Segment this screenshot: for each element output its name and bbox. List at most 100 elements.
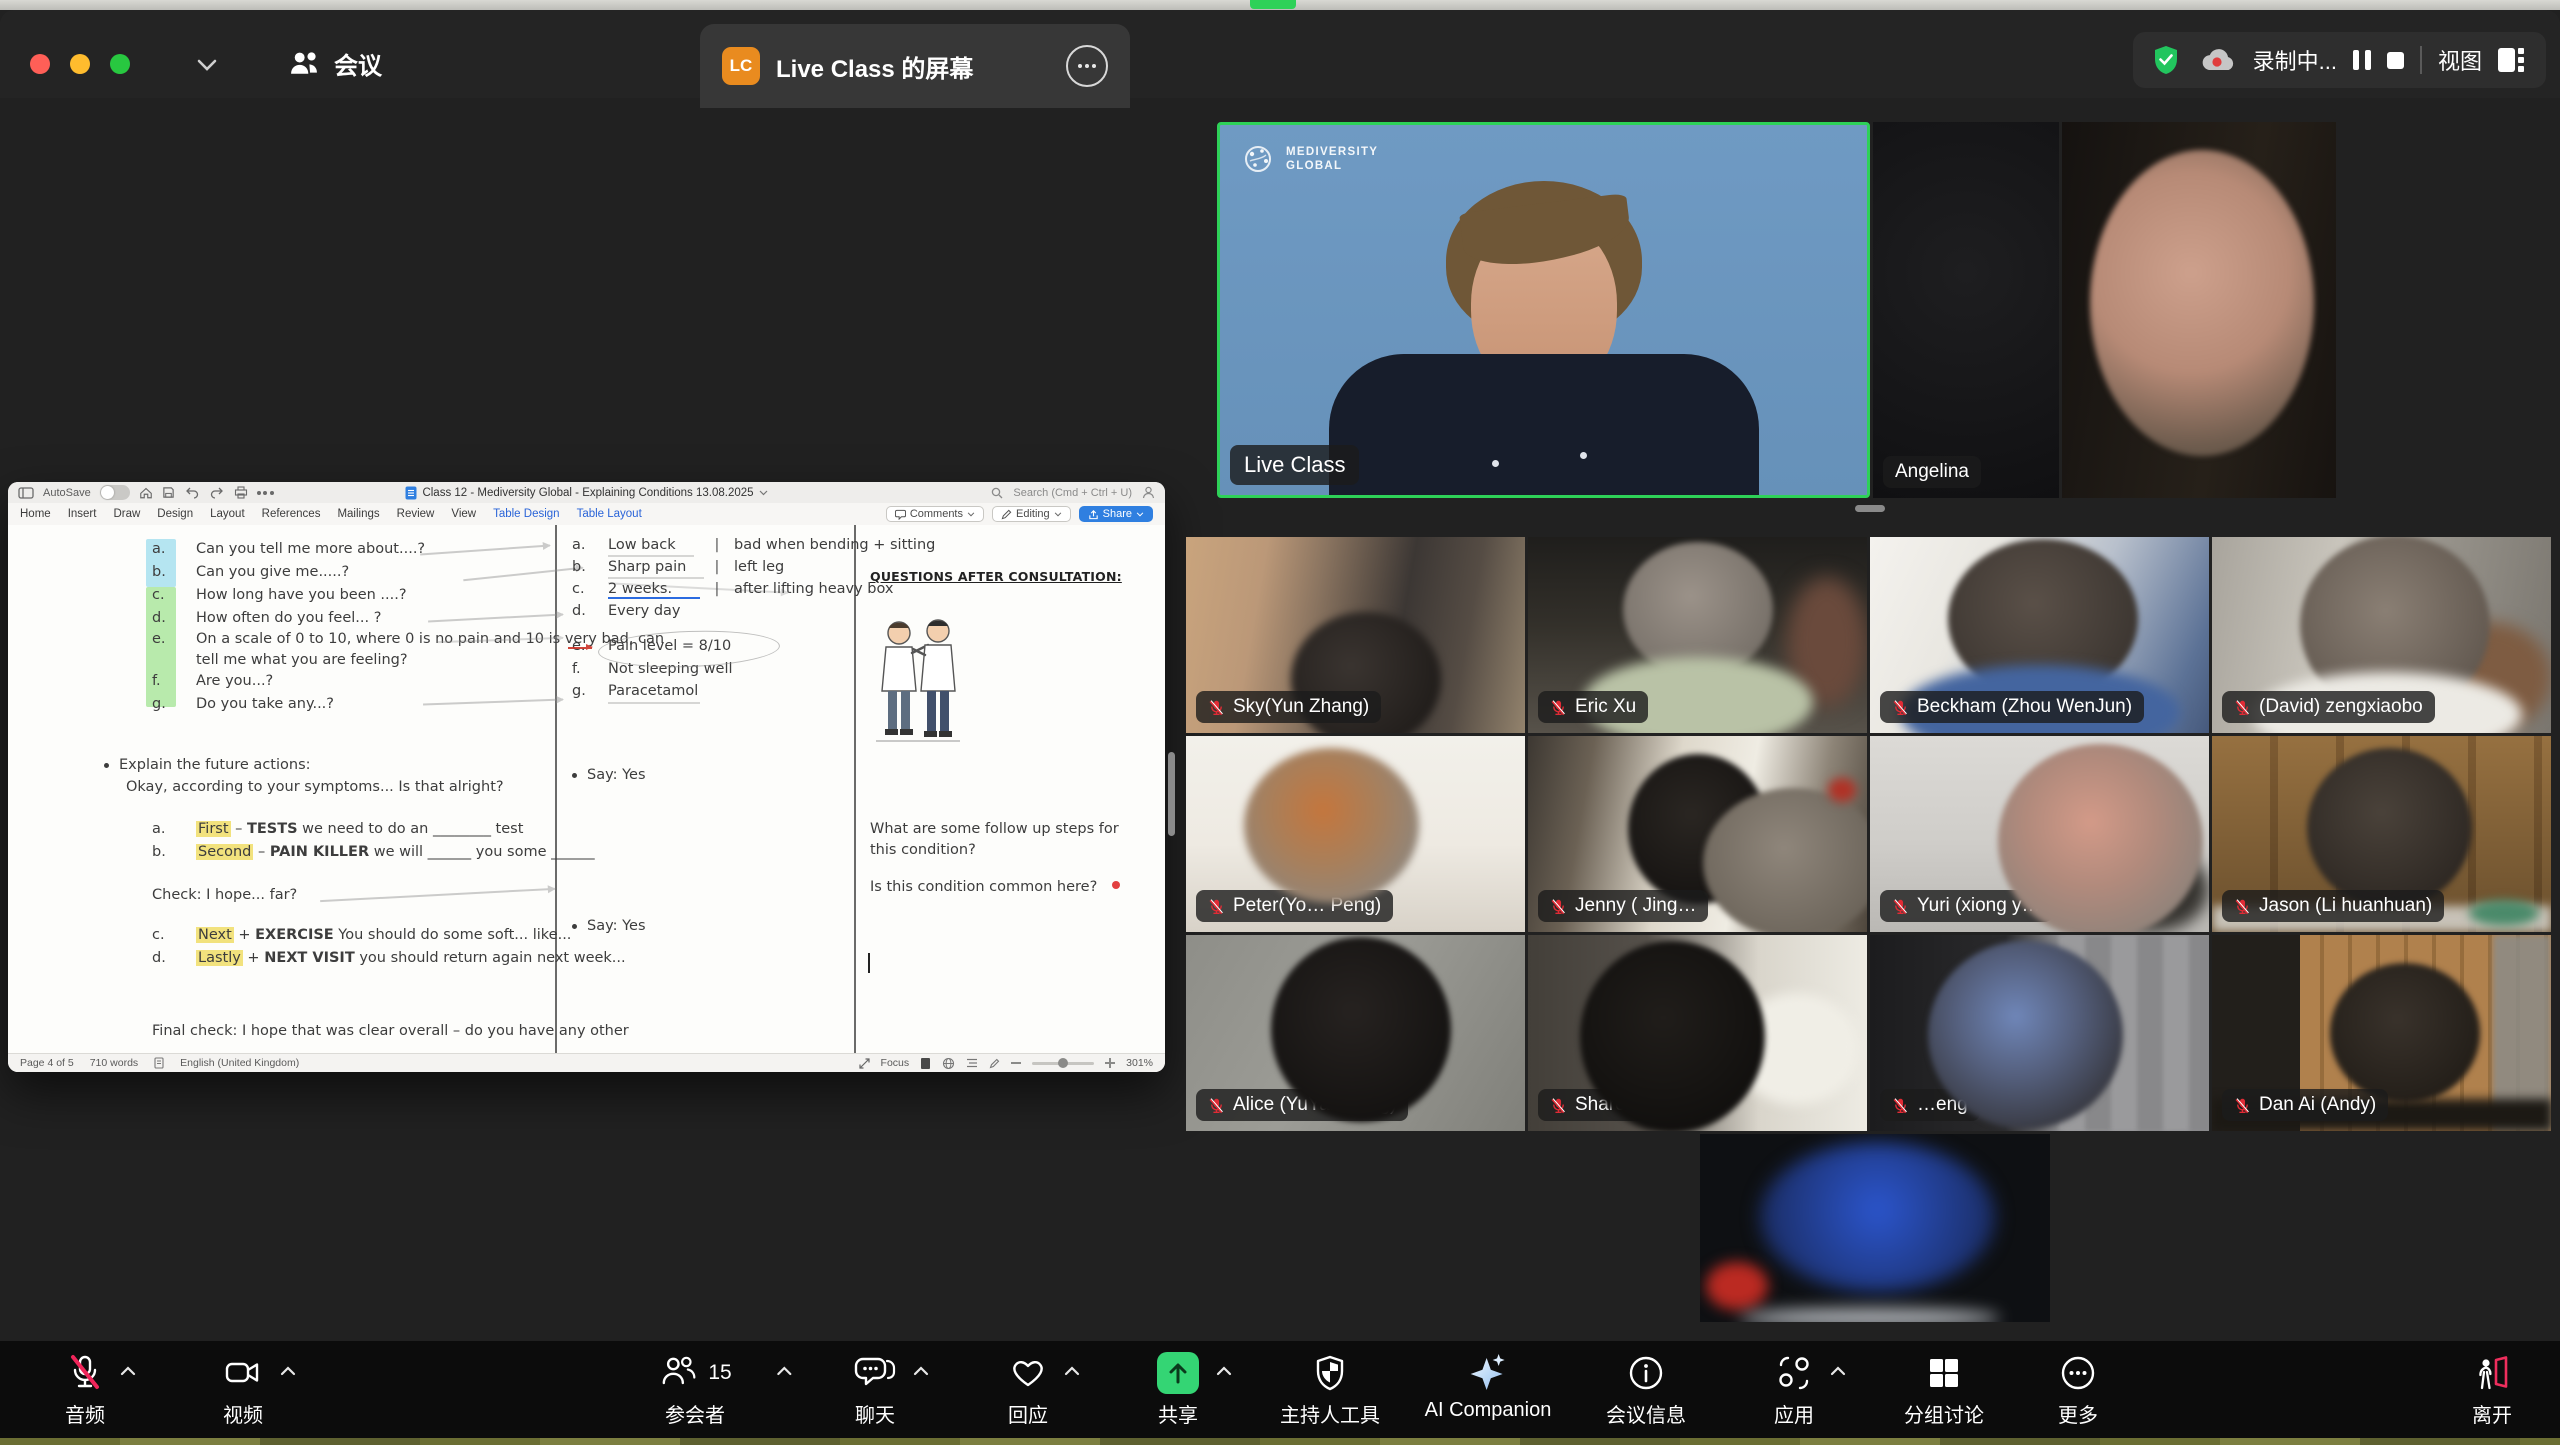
- view-button-label[interactable]: 视图: [2438, 44, 2482, 76]
- document-page[interactable]: a.Can you tell me more about....? b.Can …: [8, 525, 1165, 1054]
- participants-button[interactable]: 15 参会者: [658, 1350, 731, 1428]
- host-tools-button[interactable]: 主持人工具: [1280, 1350, 1380, 1428]
- video-tile-partial[interactable]: [1700, 1134, 2050, 1322]
- video-tile-dan[interactable]: Dan Ai (Andy): [2212, 935, 2551, 1131]
- video-tile-participant[interactable]: [2062, 122, 2336, 498]
- pencil-underline: [608, 577, 704, 579]
- tab-references[interactable]: References: [262, 508, 321, 520]
- tab-more-icon[interactable]: [1066, 45, 1108, 87]
- redo-icon[interactable]: [209, 486, 225, 499]
- video-tile-angelina[interactable]: Angelina: [1873, 122, 2059, 498]
- video-tile-alice[interactable]: Alice (YuYan Peng): [1186, 935, 1525, 1131]
- focus-icon[interactable]: [859, 1058, 870, 1069]
- document-title[interactable]: Class 12 - Mediversity Global - Explaini…: [422, 487, 753, 499]
- stop-recording-icon[interactable]: [2387, 52, 2404, 69]
- audio-options-chevron[interactable]: [119, 1366, 137, 1377]
- reactions-chevron[interactable]: [1063, 1366, 1081, 1377]
- video-tile-jenny[interactable]: Jenny ( Jing…: [1528, 736, 1867, 932]
- word-count[interactable]: 710 words: [90, 1057, 138, 1069]
- host-tools-label: 主持人工具: [1280, 1399, 1380, 1428]
- search-field[interactable]: Search (Cmd + Ctrl + U): [1013, 487, 1132, 499]
- word-doc-icon: [405, 486, 417, 500]
- blurred-face: [1244, 748, 1419, 903]
- tab-draw[interactable]: Draw: [113, 508, 140, 520]
- video-tile-yuri[interactable]: Yuri (xiong y…: [1870, 736, 2209, 932]
- breakout-rooms-button[interactable]: 分组讨论: [1904, 1350, 1984, 1428]
- tab-design[interactable]: Design: [157, 508, 193, 520]
- leave-button[interactable]: 离开: [2472, 1350, 2512, 1428]
- search-icon[interactable]: [991, 487, 1003, 499]
- language-indicator[interactable]: English (United Kingdom): [180, 1057, 299, 1069]
- shield-icon: [1313, 1353, 1347, 1393]
- video-button[interactable]: 视频: [223, 1350, 263, 1428]
- page-indicator[interactable]: Page 4 of 5: [20, 1057, 74, 1069]
- more-commands-icon[interactable]: [257, 491, 274, 495]
- zoom-in-icon[interactable]: [1105, 1058, 1115, 1068]
- window-frame-icon[interactable]: [18, 487, 34, 499]
- shield-check-icon[interactable]: [2151, 44, 2181, 76]
- chevron-down-icon[interactable]: [196, 58, 218, 72]
- chat-chevron[interactable]: [912, 1366, 930, 1377]
- undo-icon[interactable]: [184, 486, 200, 499]
- video-tile-sharon[interactable]: Sharo…): [1528, 935, 1867, 1131]
- tab-mailings[interactable]: Mailings: [337, 508, 379, 520]
- editing-button[interactable]: Editing: [992, 506, 1071, 522]
- video-options-chevron[interactable]: [279, 1366, 297, 1377]
- meeting-info-label: 会议信息: [1606, 1399, 1686, 1428]
- meeting-tab[interactable]: 会议: [288, 46, 382, 81]
- close-button[interactable]: [30, 54, 50, 74]
- proofing-icon[interactable]: [154, 1057, 164, 1069]
- tab-insert[interactable]: Insert: [68, 508, 97, 520]
- panel-resize-handle[interactable]: [1168, 752, 1175, 836]
- minimize-button[interactable]: [70, 54, 90, 74]
- audio-button[interactable]: 音频: [65, 1350, 105, 1428]
- tab-home[interactable]: Home: [20, 508, 51, 520]
- breakout-rooms-label: 分组讨论: [1904, 1399, 1984, 1428]
- zoom-percentage[interactable]: 301%: [1126, 1057, 1153, 1069]
- pause-recording-icon[interactable]: [2353, 50, 2371, 70]
- tab-table-design[interactable]: Table Design: [493, 508, 559, 520]
- video-tile-david[interactable]: (David) zengxiaobo: [2212, 537, 2551, 733]
- tab-live-class-screen[interactable]: LC Live Class 的屏幕: [700, 24, 1130, 108]
- home-icon[interactable]: [139, 486, 153, 499]
- apps-button[interactable]: 应用: [1774, 1350, 1814, 1428]
- more-button[interactable]: 更多: [2058, 1350, 2098, 1428]
- question-row: tell me what you are feeling?: [152, 652, 408, 668]
- meeting-info-button[interactable]: 会议信息: [1606, 1350, 1686, 1428]
- account-icon[interactable]: [1142, 486, 1155, 499]
- strip-drag-handle[interactable]: [1855, 505, 1885, 512]
- print-icon[interactable]: [234, 486, 248, 499]
- video-tile-peter[interactable]: Peter(Yo… Peng): [1186, 736, 1525, 932]
- tab-review[interactable]: Review: [397, 508, 435, 520]
- comments-button[interactable]: Comments: [886, 506, 984, 522]
- video-tile-eric[interactable]: Eric Xu: [1528, 537, 1867, 733]
- share-screen-button[interactable]: 共享: [1157, 1350, 1199, 1428]
- focus-label[interactable]: Focus: [881, 1057, 910, 1069]
- apps-chevron[interactable]: [1829, 1366, 1847, 1377]
- chat-button[interactable]: 聊天: [854, 1350, 896, 1428]
- print-layout-icon[interactable]: [920, 1057, 931, 1070]
- tab-layout[interactable]: Layout: [210, 508, 245, 520]
- share-chevron[interactable]: [1215, 1366, 1233, 1377]
- cloud-recording-icon[interactable]: [2197, 46, 2237, 74]
- fullscreen-button[interactable]: [110, 54, 130, 74]
- web-layout-icon[interactable]: [942, 1057, 955, 1070]
- video-tile-sky[interactable]: Sky(Yun Zhang): [1186, 537, 1525, 733]
- view-layout-icon[interactable]: [2498, 48, 2528, 72]
- share-document-button[interactable]: Share: [1079, 506, 1153, 522]
- outline-view-icon[interactable]: [966, 1058, 978, 1068]
- ai-companion-button[interactable]: AI Companion: [1425, 1350, 1552, 1422]
- participants-chevron[interactable]: [776, 1366, 794, 1377]
- draft-view-icon[interactable]: [989, 1058, 1000, 1069]
- video-tile-jason[interactable]: Jason (Li huanhuan): [2212, 736, 2551, 932]
- zoom-slider[interactable]: [1032, 1062, 1094, 1065]
- autosave-toggle[interactable]: [100, 485, 130, 500]
- reactions-button[interactable]: 回应: [1008, 1350, 1048, 1428]
- video-tile-eng[interactable]: …eng: [1870, 935, 2209, 1131]
- save-icon[interactable]: [162, 486, 175, 499]
- tab-view[interactable]: View: [451, 508, 476, 520]
- zoom-out-icon[interactable]: [1011, 1058, 1021, 1068]
- video-tile-beckham[interactable]: Beckham (Zhou WenJun): [1870, 537, 2209, 733]
- tab-table-layout[interactable]: Table Layout: [577, 508, 642, 520]
- video-tile-live-class[interactable]: MEDIVERSITYGLOBAL Live Class: [1217, 122, 1870, 498]
